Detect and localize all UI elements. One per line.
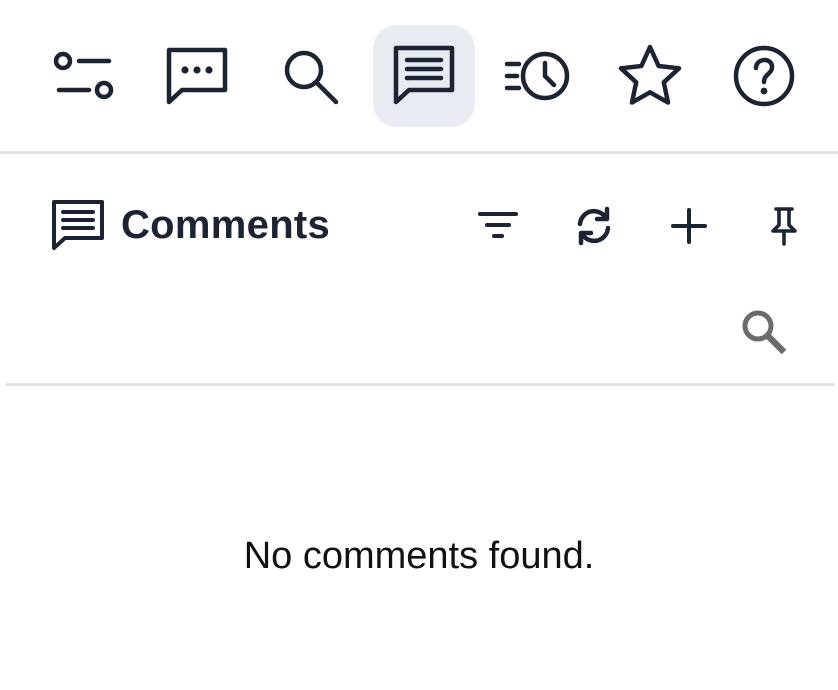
refresh-icon [577,206,611,246]
add-comment-button[interactable] [661,198,717,254]
pin-button[interactable] [756,198,812,254]
refresh-button[interactable] [566,198,622,254]
empty-state-message: No comments found. [243,535,595,577]
favorite-button[interactable] [599,25,701,127]
comments-icon [393,45,455,105]
panel-title: Comments [121,203,331,247]
divider [6,383,834,386]
filter-icon [478,212,518,238]
comments-icon [52,200,104,250]
history-list-icon [504,51,570,101]
star-icon [618,44,682,105]
comments-tab-button[interactable] [373,25,475,127]
plus-icon [671,208,707,244]
search-comments-button[interactable] [734,302,794,362]
sliders-icon [53,51,114,100]
help-button[interactable] [713,25,815,127]
comments-sidebar: Comments No comments found. [0,0,838,690]
help-circle-icon [733,45,795,107]
search-icon [284,50,339,105]
history-button[interactable] [486,25,588,127]
comments-panel-header: Comments [0,154,838,355]
search-icon [742,310,787,355]
chat-button[interactable] [146,25,248,127]
chat-bubble-dots-icon [166,47,228,105]
pin-icon [771,207,797,246]
filter-button[interactable] [470,198,526,254]
settings-button[interactable] [33,25,135,127]
search-button[interactable] [259,25,361,127]
sidebar-toolbar [0,0,838,154]
